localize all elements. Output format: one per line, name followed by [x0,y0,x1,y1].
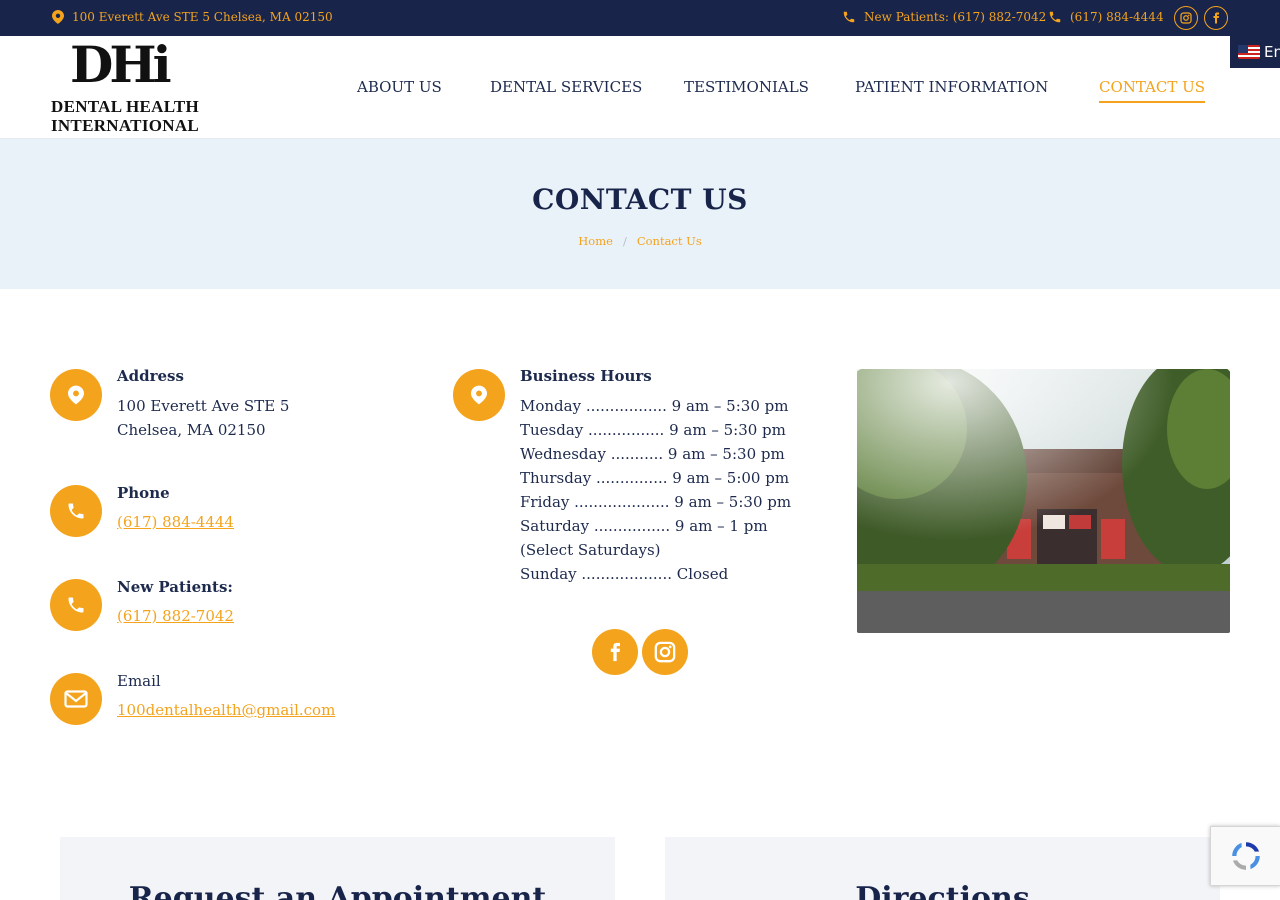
directions-card: Directions [665,837,1220,900]
top-bar: 100 Everett Ave STE 5 Chelsea, MA 02150 … [0,0,1280,36]
logo-line-2: INTERNATIONAL [50,116,200,135]
instagram-icon [654,641,676,663]
site-header: DHi DENTAL HEALTH INTERNATIONAL ABOUT US… [0,36,1280,139]
us-flag-icon [1238,45,1260,59]
facebook-icon [610,642,620,662]
breadcrumb-current: Contact Us [636,234,702,248]
recaptcha-badge[interactable] [1210,826,1280,886]
address-line-2: Chelsea, MA 02150 [117,421,266,439]
topbar-address[interactable]: 100 Everett Ave STE 5 Chelsea, MA 02150 [52,10,333,24]
hours-row-tuesday: Tuesday ................ 9 am – 5:30 pm [520,421,786,439]
new-patients-link[interactable]: (617) 882-7042 [117,607,234,625]
phone-icon [68,597,84,613]
phone-link[interactable]: (617) 884-4444 [117,513,234,531]
site-logo[interactable]: DHi DENTAL HEALTH INTERNATIONAL [50,36,200,136]
instagram-button[interactable] [642,629,688,675]
page-title-bar: CONTACT US Home / Contact Us [0,139,1280,289]
address-line-1: 100 Everett Ave STE 5 [117,397,290,415]
topbar-address-text: 100 Everett Ave STE 5 Chelsea, MA 02150 [72,10,333,24]
office-building-photo [857,369,1230,633]
hours-row-saturday: Saturday ................ 9 am – 1 pm (S… [520,517,768,559]
hours-icon-circle [453,369,505,421]
nav-dental-services[interactable]: DENTAL SERVICES [490,78,642,96]
phone-icon-circle [50,485,102,537]
language-selector[interactable]: En [1230,36,1280,68]
phone-icon [843,11,855,23]
directions-heading: Directions [855,881,1030,900]
phone-label: Phone [117,484,170,502]
logo-mark: DHi [70,35,172,94]
email-link[interactable]: 100dentalhealth@gmail.com [117,701,335,719]
instagram-icon [1180,12,1192,24]
breadcrumb-home[interactable]: Home [578,234,613,248]
phone-icon [1049,11,1061,23]
nav-contact-us[interactable]: CONTACT US [1099,78,1206,103]
nav-testimonials[interactable]: TESTIMONIALS [684,78,809,96]
address-icon-circle [50,369,102,421]
breadcrumb-separator: / [622,234,627,248]
logo-line-1: DENTAL HEALTH [51,97,199,116]
envelope-icon [64,690,88,708]
topbar-new-patients[interactable]: New Patients: (617) 882-7042 [842,10,1046,24]
map-pin-icon [52,10,64,24]
email-icon-circle [50,673,102,725]
instagram-link[interactable] [1174,6,1198,30]
hours-row-wednesday: Wednesday ........... 9 am – 5:30 pm [520,445,785,463]
map-pin-icon [68,385,84,405]
hours-list: Monday ................. 9 am – 5:30 pm … [520,394,820,586]
new-patients-icon-circle [50,579,102,631]
phone-icon [68,503,84,519]
facebook-button[interactable] [592,629,638,675]
hours-row-sunday: Sunday ................... Closed [520,565,729,583]
new-patients-label: New Patients: [117,578,233,596]
facebook-icon [1213,12,1219,24]
nav-about-us[interactable]: ABOUT US [357,78,442,96]
breadcrumb: Home / Contact Us [0,234,1280,248]
recaptcha-icon [1231,842,1260,870]
email-label: Email [117,672,161,690]
topbar-phone-text: (617) 884-4444 [1070,10,1164,24]
topbar-phone[interactable]: (617) 884-4444 [1048,10,1164,24]
hours-row-friday: Friday .................... 9 am – 5:30 … [520,493,792,511]
language-label: En [1264,43,1280,61]
appointment-heading: Request an Appointment [128,881,547,900]
appointment-card: Request an Appointment [60,837,615,900]
address-label: Address [117,367,184,385]
hours-label: Business Hours [520,367,652,385]
map-pin-icon [471,385,487,405]
hours-row-thursday: Thursday ............... 9 am – 5:00 pm [520,469,790,487]
facebook-link[interactable] [1204,6,1228,30]
topbar-new-patients-text: New Patients: (617) 882-7042 [864,10,1047,24]
nav-patient-information[interactable]: PATIENT INFORMATION [855,78,1048,96]
hours-row-monday: Monday ................. 9 am – 5:30 pm [520,397,789,415]
page-title: CONTACT US [532,183,748,216]
